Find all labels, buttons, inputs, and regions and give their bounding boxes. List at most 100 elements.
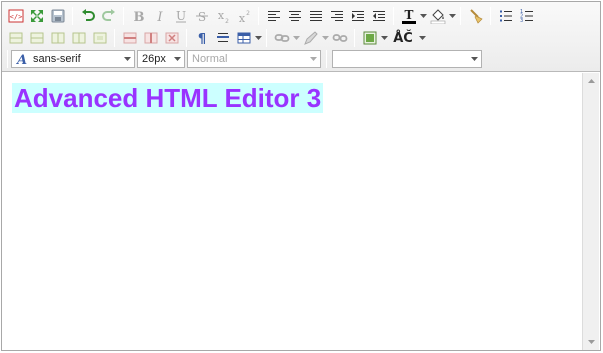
insert-row-above-button[interactable] [5,28,26,48]
special-characters-button[interactable]: ÅČ [388,28,418,48]
delete-row-button[interactable] [119,28,140,48]
html-editor: </> B I U S x 2 x 2 T 1 2 3 ¶ ÅČ A sans-… [1,1,601,351]
horizontal-rule-button[interactable] [212,28,233,48]
svg-text:I: I [156,10,163,24]
insert-image-dropdown[interactable] [380,28,388,48]
content-heading: Advanced HTML Editor 3 [12,83,324,113]
redo-icon [101,9,115,21]
merge-cells-button[interactable] [89,28,110,48]
table-merge-icon [93,32,106,44]
toolbar-separator [123,7,124,25]
superscript-button[interactable]: x2 [233,6,254,26]
align-left-button[interactable] [263,6,284,26]
svg-text:B: B [133,10,144,24]
redo-button[interactable] [98,6,119,26]
outdent-icon [372,11,385,21]
strikethrough-button[interactable]: S [191,6,212,26]
insert-image-button[interactable] [359,28,380,48]
outdent-button[interactable] [368,6,389,26]
font-size-select[interactable]: 26px [137,50,185,68]
format-select[interactable]: Normal [187,50,321,68]
numbered-list-icon: 123 [520,9,533,24]
table-delete-column-icon [144,32,157,44]
editor-toolbar: </> B I U S x 2 x 2 T 1 2 3 ¶ ÅČ A sans-… [2,2,600,72]
delete-column-button[interactable] [140,28,161,48]
table-row-above-icon [9,32,22,44]
fullscreen-button[interactable] [26,6,47,26]
subscript-icon: x2 [217,9,228,24]
text-color-button[interactable]: T [398,6,419,26]
bullet-list-icon [499,10,512,22]
vertical-scrollbar[interactable] [582,73,599,350]
toolbar-separator [490,7,491,25]
scroll-down-button[interactable] [583,334,599,350]
undo-button[interactable] [77,6,98,26]
insert-anchor-dropdown[interactable] [321,28,329,48]
insert-table-button[interactable] [233,28,254,48]
svg-text:x: x [217,9,224,22]
save-icon [51,9,64,23]
table-row-below-icon [30,32,43,44]
insert-row-below-button[interactable] [26,28,47,48]
svg-text:¶: ¶ [197,32,205,46]
bulleted-list-button[interactable] [495,6,516,26]
italic-icon: I [156,10,163,24]
font-family-select[interactable]: A sans-serif [11,50,135,68]
show-blocks-button[interactable]: ¶ [191,28,212,48]
align-justify-button[interactable] [305,6,326,26]
insert-table-dropdown[interactable] [254,28,262,48]
align-center-icon [288,11,301,21]
toolbar-row-2: ¶ ÅČ [5,27,426,49]
svg-text:x: x [238,12,245,24]
broom-icon [469,9,483,24]
insert-column-right-button[interactable] [68,28,89,48]
align-right-button[interactable] [326,6,347,26]
chevron-down-icon [120,51,134,67]
chevron-down-icon [292,36,300,40]
numbered-list-button[interactable]: 123 [516,6,537,26]
align-left-icon [267,11,280,21]
toolbar-row-1: </> B I U S x 2 x 2 T 1 2 3 [5,5,537,27]
chevron-up-icon [587,79,595,83]
bold-button[interactable]: B [128,6,149,26]
style-select[interactable] [332,50,482,68]
font-size-value: 26px [142,53,166,65]
chevron-down-icon [380,36,388,40]
save-button[interactable] [47,6,68,26]
undo-icon [81,9,95,21]
italic-button[interactable]: I [149,6,170,26]
editor-content-area[interactable]: Advanced HTML Editor 3 [2,73,582,350]
align-center-button[interactable] [284,6,305,26]
background-color-dropdown[interactable] [448,6,456,26]
chevron-down-icon [321,36,329,40]
code-icon: </> [8,9,23,23]
pilcrow-icon: ¶ [197,32,205,46]
format-value: Normal [192,53,228,65]
insert-link-dropdown[interactable] [292,28,300,48]
toolbar-separator [460,7,461,25]
insert-column-left-button[interactable] [47,28,68,48]
special-characters-dropdown[interactable] [418,28,426,48]
insert-anchor-button[interactable] [300,28,321,48]
chevron-down-icon [170,51,184,67]
scroll-up-button[interactable] [583,73,599,89]
clear-format-button[interactable] [465,6,486,26]
delete-table-button[interactable] [161,28,182,48]
svg-text:</>: </> [9,13,22,21]
subscript-button[interactable]: x2 [212,6,233,26]
text-color-dropdown[interactable] [419,6,427,26]
indent-button[interactable] [347,6,368,26]
table-icon [237,32,250,44]
pen-icon [303,31,318,45]
unlink-icon [332,34,347,42]
background-color-button[interactable] [427,6,448,26]
horizontal-rule-icon [216,33,229,42]
view-source-button[interactable]: </> [5,6,26,26]
unlink-button[interactable] [329,28,350,48]
toolbar-separator [258,7,259,25]
underline-button[interactable]: U [170,6,191,26]
insert-link-button[interactable] [271,28,292,48]
toolbar-separator [7,50,8,68]
svg-text:S: S [197,10,205,24]
chevron-down-icon [254,36,262,40]
